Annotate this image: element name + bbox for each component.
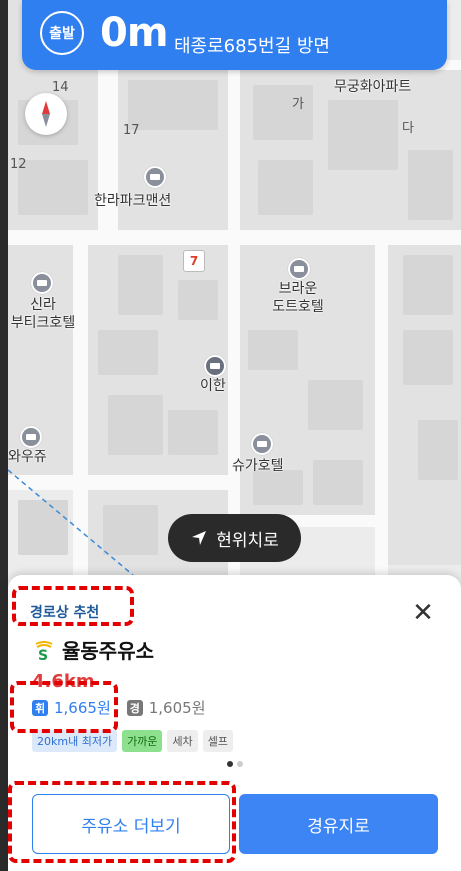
page-dot-active [227, 761, 233, 767]
close-button[interactable]: ✕ [407, 597, 439, 629]
map-building [18, 160, 88, 215]
gasoline-badge: 휘 [32, 699, 48, 716]
diesel-badge: 경 [126, 699, 143, 716]
price-row: 휘 1,665원 경 1,605원 [32, 697, 206, 718]
map-building [258, 160, 313, 215]
map-building [418, 420, 458, 480]
poi-label[interactable]: 한라파크맨션 [94, 190, 171, 210]
map-building [178, 280, 218, 320]
hotel-icon[interactable] [288, 258, 310, 280]
convenience-store-icon[interactable]: 7 [183, 250, 205, 272]
add-waypoint-button[interactable]: 경유지로 [239, 794, 438, 854]
gasoline-price: 1,665원 [54, 699, 111, 717]
poi-label[interactable]: 슈가호텔 [232, 455, 284, 475]
current-location-button[interactable]: 현위치로 [168, 514, 301, 562]
map-building [253, 85, 313, 140]
page-indicator [227, 761, 243, 767]
map-building [328, 100, 398, 170]
station-name: 율동주유소 [62, 639, 154, 663]
tag-lowest-price: 20km내 최저가 [32, 730, 118, 752]
recommend-label: 경로상 추천 [30, 605, 100, 621]
map-building [308, 380, 363, 430]
diesel-price: 1,605원 [148, 699, 206, 717]
lot-number: 17 [123, 123, 140, 138]
map-building [403, 255, 453, 315]
compass-icon [42, 101, 50, 127]
map-building [403, 330, 453, 385]
hotel-icon[interactable] [251, 433, 273, 455]
lot-number: 12 [10, 157, 27, 172]
poi-label[interactable]: 브라운 도트호텔 [268, 280, 328, 316]
page-dot [237, 761, 243, 767]
cafe-icon[interactable] [20, 426, 42, 448]
gas-station-sheet: 경로상 추천 ✕ S 율동주유소 4.6km 휘 1,665원 경 1,605원… [8, 575, 461, 871]
compass-button[interactable] [25, 93, 67, 135]
tag-car-wash: 세차 [167, 730, 198, 752]
map-building [408, 150, 453, 220]
svg-text:S: S [38, 648, 48, 662]
station-title-row[interactable]: S 율동주유소 [32, 635, 154, 664]
poi-label[interactable]: 이한 [200, 375, 226, 395]
poi-label[interactable]: 와우쥬 [8, 446, 47, 466]
station-distance: 4.6km [32, 671, 95, 692]
close-icon: ✕ [412, 598, 434, 628]
map-building [98, 330, 158, 375]
tag-list: 20km내 최저가 가까운 세차 셀프 [32, 730, 233, 752]
current-location-label: 현위치로 [216, 530, 279, 551]
poi-label[interactable]: 무궁화아파트 [334, 76, 411, 96]
map-road [228, 60, 240, 575]
map-road [375, 245, 388, 575]
map-building [168, 410, 218, 455]
map-building [313, 460, 363, 505]
distance-readout: 0m [100, 10, 169, 56]
s-oil-logo-icon: S [35, 640, 53, 662]
window-edge [0, 0, 8, 871]
tag-self: 셀프 [202, 730, 233, 752]
building-icon[interactable] [144, 166, 166, 188]
map-building [118, 255, 163, 315]
map-building [128, 80, 218, 130]
start-badge: 출발 [40, 11, 84, 55]
map-building [248, 330, 298, 370]
lot-number: 가 [292, 97, 304, 112]
place-icon[interactable] [204, 355, 226, 377]
tag-nearby: 가까운 [122, 730, 163, 752]
navigation-arrow-icon [192, 531, 207, 545]
lot-number: 다 [402, 121, 414, 136]
more-stations-button[interactable]: 주유소 더보기 [32, 794, 230, 854]
poi-label[interactable]: 신라 부티크호텔 [8, 296, 78, 332]
map-building [253, 470, 303, 505]
road-direction: 태종로685번길 방면 [174, 36, 330, 57]
navigation-banner: 출발 0m 태종로685번길 방면 [22, 0, 447, 70]
hotel-icon[interactable] [31, 272, 53, 294]
